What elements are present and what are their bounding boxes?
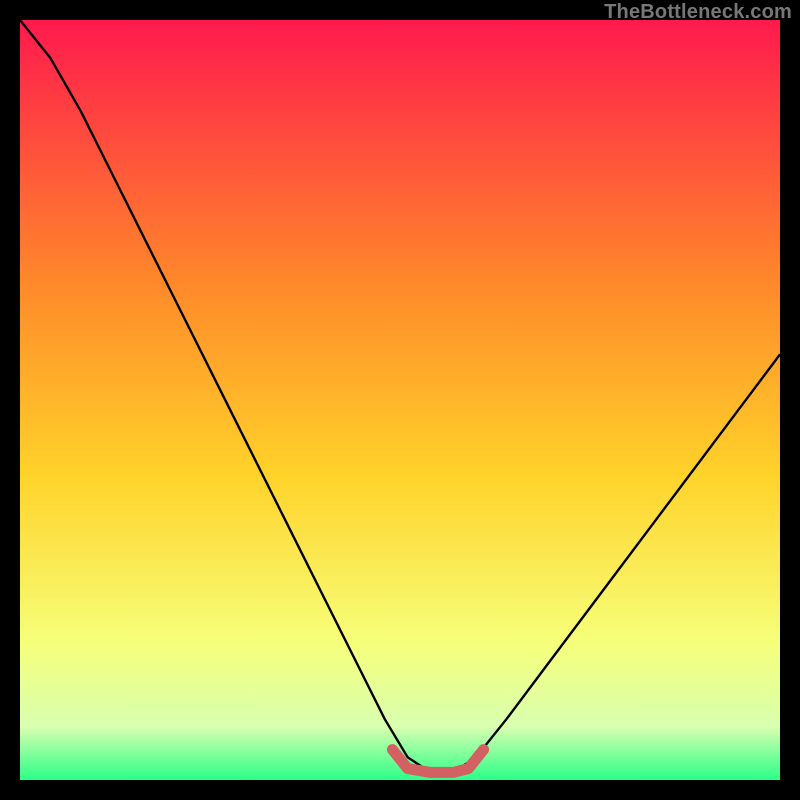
chart-svg (20, 20, 780, 780)
gradient-background (20, 20, 780, 780)
chart-frame: TheBottleneck.com (0, 0, 800, 800)
plot-area (20, 20, 780, 780)
